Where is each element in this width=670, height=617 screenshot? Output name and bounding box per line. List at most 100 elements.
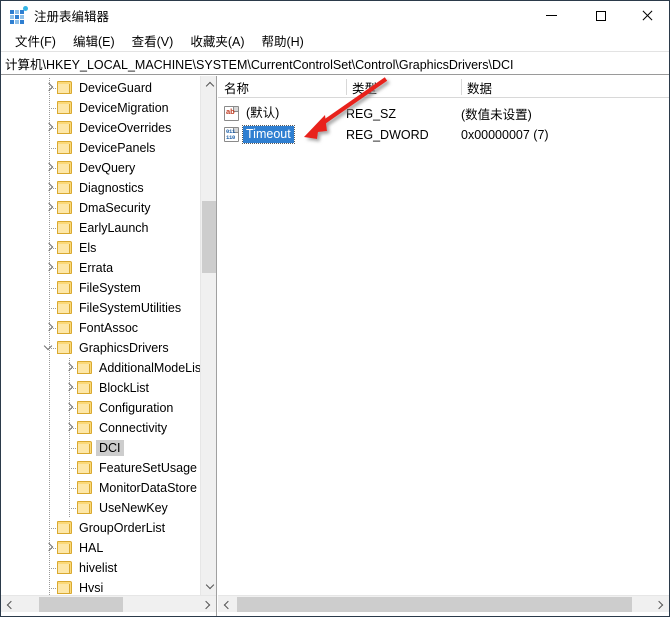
- chevron-right-icon[interactable]: [63, 421, 76, 434]
- column-header-type[interactable]: 类型: [346, 76, 461, 98]
- tree-item-deviceoverrides[interactable]: DeviceOverrides: [1, 118, 200, 138]
- value-type-label: REG_DWORD: [346, 127, 429, 142]
- tree-item-label: FileSystemUtilities: [79, 301, 182, 315]
- tree-item-label: DeviceMigration: [79, 101, 169, 115]
- tree-item-label: DevicePanels: [79, 141, 156, 155]
- tree-item-hivelist[interactable]: hivelist: [1, 558, 200, 578]
- tree-item-usenewkey[interactable]: UseNewKey: [1, 498, 200, 518]
- chevron-right-icon[interactable]: [43, 81, 56, 94]
- menu-help[interactable]: 帮助(H): [253, 29, 312, 52]
- minimize-button[interactable]: [528, 1, 574, 30]
- value-type-label: REG_SZ: [346, 106, 397, 121]
- tree-item-label: GraphicsDrivers: [79, 341, 169, 355]
- chevron-down-icon[interactable]: [43, 341, 56, 354]
- values-horizontal-scrollbar[interactable]: [218, 595, 669, 612]
- chevron-right-icon[interactable]: [43, 161, 56, 174]
- tree-item-hvsi[interactable]: Hvsi: [1, 578, 200, 595]
- folder-icon: [57, 201, 73, 214]
- close-button[interactable]: [624, 1, 669, 30]
- tree-horizontal-scrollbar[interactable]: [1, 595, 216, 613]
- content-panes: DeviceGuard DeviceMigration DeviceOverride…: [1, 76, 669, 616]
- maximize-button[interactable]: [578, 1, 624, 30]
- values-pane: 名称 类型 数据 ab (默认) REG_SZ (数值未设置) 011 110 …: [218, 76, 669, 616]
- tree-item-errata[interactable]: Errata: [1, 258, 200, 278]
- folder-icon: [57, 341, 73, 354]
- tree-item-graphicsdrivers[interactable]: GraphicsDrivers: [1, 338, 200, 358]
- menu-file[interactable]: 文件(F): [7, 29, 65, 52]
- tree-guide-line: [69, 468, 77, 469]
- chevron-right-icon[interactable]: [43, 121, 56, 134]
- tree-item-fontassoc[interactable]: FontAssoc: [1, 318, 200, 338]
- tree-item-filesystem[interactable]: FileSystem: [1, 278, 200, 298]
- folder-icon: [57, 241, 73, 254]
- tree-scroll-up-button[interactable]: [201, 76, 216, 93]
- tree-item-hal[interactable]: HAL: [1, 538, 200, 558]
- tree-item-blocklist[interactable]: BlockList: [1, 378, 200, 398]
- chevron-right-icon[interactable]: [43, 261, 56, 274]
- tree-scroll-left-button[interactable]: [1, 596, 18, 613]
- values-scroll-right-button[interactable]: [652, 596, 669, 613]
- tree-item-grouporderlist[interactable]: GroupOrderList: [1, 518, 200, 538]
- tree-item-label: DeviceOverrides: [79, 121, 172, 135]
- folder-icon: [57, 101, 73, 114]
- column-header-data[interactable]: 数据: [461, 76, 669, 98]
- tree-item-label: DCI: [96, 440, 124, 456]
- chevron-right-icon[interactable]: [63, 361, 76, 374]
- tree-item-connectivity[interactable]: Connectivity: [1, 418, 200, 438]
- menu-favorites[interactable]: 收藏夹(A): [182, 29, 253, 52]
- tree-item-label: hivelist: [79, 561, 118, 575]
- tree-item-earlylaunch[interactable]: EarlyLaunch: [1, 218, 200, 238]
- tree-item-configuration[interactable]: Configuration: [1, 398, 200, 418]
- tree-guide-line: [49, 438, 50, 458]
- string-value-icon: ab: [224, 106, 239, 121]
- registry-editor-icon: [10, 5, 28, 24]
- tree-viewport[interactable]: DeviceGuard DeviceMigration DeviceOverride…: [1, 76, 200, 595]
- chevron-right-icon[interactable]: [43, 541, 56, 554]
- tree-item-diagnostics[interactable]: Diagnostics: [1, 178, 200, 198]
- tree-item-dmasecurity[interactable]: DmaSecurity: [1, 198, 200, 218]
- chevron-right-icon[interactable]: [43, 181, 56, 194]
- chevron-left-icon: [222, 602, 231, 608]
- tree-scroll-thumb[interactable]: [202, 201, 216, 273]
- tree-item-monitordatastore[interactable]: MonitorDataStore: [1, 478, 200, 498]
- tree-item-dci[interactable]: DCI: [1, 438, 200, 458]
- folder-icon: [57, 261, 73, 274]
- tree-scroll-down-button[interactable]: [201, 578, 216, 595]
- folder-icon: [57, 81, 73, 94]
- tree-hscroll-thumb[interactable]: [39, 597, 123, 612]
- tree-item-filesystemutilities[interactable]: FileSystemUtilities: [1, 298, 200, 318]
- tree-item-featuresetusage[interactable]: FeatureSetUsage: [1, 458, 200, 478]
- column-header-name[interactable]: 名称: [218, 76, 346, 98]
- tree-guide-line: [49, 458, 50, 478]
- value-row[interactable]: 011 110 Timeout REG_DWORD 0x00000007 (7): [218, 124, 669, 145]
- menu-view[interactable]: 查看(V): [124, 29, 183, 52]
- tree-item-deviceguard[interactable]: DeviceGuard: [1, 78, 200, 98]
- chevron-right-icon: [203, 602, 212, 608]
- tree-item-devicemigration[interactable]: DeviceMigration: [1, 98, 200, 118]
- tree-item-devicepanels[interactable]: DevicePanels: [1, 138, 200, 158]
- value-row[interactable]: ab (默认) REG_SZ (数值未设置): [218, 103, 669, 124]
- tree-guide-line: [49, 418, 50, 438]
- chevron-right-icon[interactable]: [43, 241, 56, 254]
- tree-guide-line: [49, 568, 57, 569]
- values-hscroll-thumb[interactable]: [237, 597, 632, 612]
- folder-icon: [77, 421, 93, 434]
- tree-vertical-scrollbar[interactable]: [200, 76, 216, 595]
- tree-guide-line: [49, 528, 57, 529]
- chevron-right-icon[interactable]: [63, 401, 76, 414]
- value-data-label: (数值未设置): [461, 108, 532, 122]
- menu-edit[interactable]: 编辑(E): [65, 29, 124, 52]
- tree-item-els[interactable]: Els: [1, 238, 200, 258]
- tree-item-devquery[interactable]: DevQuery: [1, 158, 200, 178]
- title-bar[interactable]: 注册表编辑器: [1, 1, 669, 30]
- values-scroll-left-button[interactable]: [218, 596, 235, 613]
- tree-scroll-right-button[interactable]: [199, 596, 216, 613]
- chevron-right-icon[interactable]: [43, 201, 56, 214]
- folder-icon: [77, 361, 93, 374]
- chevron-right-icon[interactable]: [43, 321, 56, 334]
- tree-guide-line: [49, 498, 50, 518]
- chevron-right-icon[interactable]: [63, 381, 76, 394]
- value-name-cell: ab (默认): [224, 103, 282, 124]
- address-bar[interactable]: 计算机\HKEY_LOCAL_MACHINE\SYSTEM\CurrentCon…: [1, 51, 669, 75]
- tree-item-additionalmodelis[interactable]: AdditionalModeLis: [1, 358, 200, 378]
